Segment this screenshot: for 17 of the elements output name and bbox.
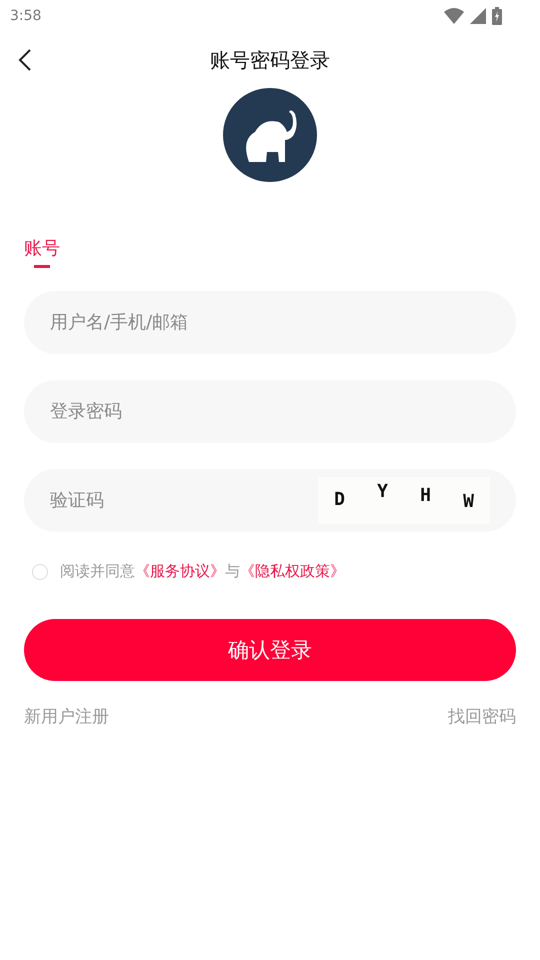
captcha-image[interactable]: D Y H W [318, 477, 490, 524]
wifi-icon [444, 8, 464, 24]
recover-password-link[interactable]: 找回密码 [448, 705, 516, 728]
register-link[interactable]: 新用户注册 [24, 705, 109, 728]
signal-icon [470, 8, 486, 24]
status-time: 3:58 [10, 8, 42, 24]
agree-checkbox[interactable] [32, 564, 48, 580]
captcha-field[interactable]: 验证码 D Y H W [24, 469, 516, 532]
policy-link[interactable]: 《隐私权政策》 [240, 562, 345, 580]
policy-link[interactable]: 《服务协议》 [135, 562, 225, 580]
login-button[interactable]: 确认登录 [24, 619, 516, 681]
page-title: 账号密码登录 [210, 46, 330, 74]
elephant-logo-icon [223, 88, 317, 182]
password-field[interactable]: 登录密码 [24, 380, 516, 443]
battery-icon [492, 7, 502, 25]
username-field[interactable]: 用户名/手机/邮箱 [24, 291, 516, 354]
agreement-text: 阅读并同意《服务协议》与《隐私权政策》 [60, 562, 345, 581]
